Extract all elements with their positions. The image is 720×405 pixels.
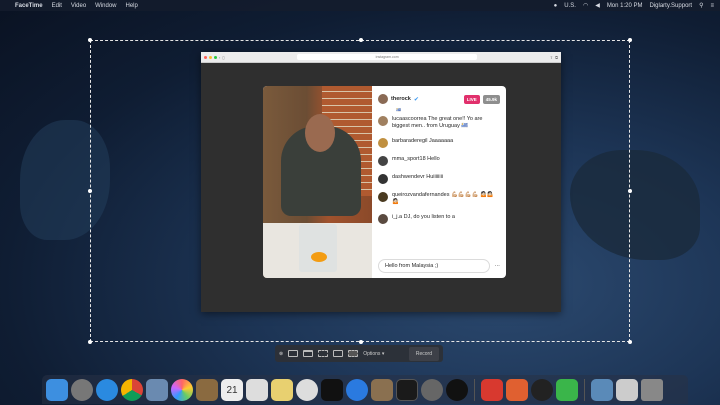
- capture-selection-icon[interactable]: [318, 350, 329, 357]
- selection-handle[interactable]: [628, 189, 632, 193]
- comment-user: i_j.a: [392, 214, 403, 220]
- live-badge: LIVE: [463, 94, 480, 104]
- comment: i_j.a DJ, do you listen to a: [378, 214, 500, 224]
- more-options-button[interactable]: ···: [495, 263, 501, 269]
- comment-text: Huiiiiiiii: [426, 174, 444, 180]
- chrome-icon[interactable]: [121, 378, 143, 401]
- audio-icon[interactable]: [446, 378, 468, 401]
- viewer-count: 45.9k: [482, 94, 500, 104]
- comments-panel: therock ✔ LIVE 45.9k 🇺🇾 lucaascoorrea Th…: [372, 86, 506, 278]
- clock[interactable]: Mon 1:20 PM: [607, 3, 643, 9]
- menu-help[interactable]: Help: [126, 3, 138, 9]
- zoom-button[interactable]: [214, 55, 217, 59]
- input-source[interactable]: U.S.: [564, 3, 576, 9]
- notes-app-icon[interactable]: [196, 378, 218, 401]
- notes-icon[interactable]: [271, 378, 293, 401]
- dock: 21: [42, 375, 688, 404]
- itunes-icon[interactable]: [296, 378, 318, 401]
- selection-handle[interactable]: [628, 340, 632, 344]
- live-video[interactable]: [263, 86, 372, 278]
- facetime-icon[interactable]: [556, 378, 578, 401]
- record-button[interactable]: Record: [408, 346, 439, 361]
- trash-icon[interactable]: [641, 378, 663, 401]
- terminal-icon[interactable]: [396, 378, 418, 401]
- address-bar[interactable]: instagram.com: [297, 54, 478, 60]
- microphone-icon[interactable]: ●: [554, 3, 558, 9]
- options-button[interactable]: Options ▾: [363, 351, 384, 357]
- comment-text: DJ, do you listen to a: [403, 214, 455, 220]
- record-screen-icon[interactable]: [333, 350, 344, 357]
- anydesk-icon[interactable]: [481, 378, 503, 401]
- share-icon[interactable]: ⇪: [550, 55, 553, 60]
- apple-tv-icon[interactable]: [321, 378, 343, 401]
- calendar-icon[interactable]: 21: [221, 378, 243, 401]
- comment: barbaraderegil Jaaaaaaa: [378, 138, 500, 148]
- comment: queirozvandafernandes 💪🏼💪🏼💪🏼💪🏼 🤷🏻🤷🏻🤷🏻: [378, 192, 500, 206]
- app-store-icon[interactable]: [346, 378, 368, 401]
- preview-icon[interactable]: [146, 378, 168, 401]
- comment-text: Hello: [427, 156, 440, 162]
- verified-icon: ✔: [413, 96, 419, 103]
- minimize-button[interactable]: [209, 55, 212, 59]
- capture-screen-icon[interactable]: [288, 350, 299, 357]
- folder-icon[interactable]: [591, 378, 613, 401]
- notification-center-icon[interactable]: ≡: [710, 3, 714, 9]
- close-toolbar-icon[interactable]: ⊗: [279, 351, 283, 357]
- comment: mma_sport18 Hello: [378, 156, 500, 166]
- menu-bar: FaceTime Edit Video Window Help ● U.S. ◠…: [0, 0, 720, 11]
- comment-user: dashwendevr: [392, 174, 425, 180]
- screenshot-toolbar: ⊗ Options ▾ Record: [275, 345, 443, 362]
- selection-handle[interactable]: [628, 38, 632, 42]
- comment-user: mma_sport18: [392, 156, 426, 162]
- comment-input[interactable]: Hello from Malaysia ;): [378, 259, 490, 273]
- record-selection-icon[interactable]: [348, 350, 359, 357]
- photos-icon[interactable]: [171, 378, 193, 401]
- reminders-icon[interactable]: [246, 378, 268, 401]
- user-name[interactable]: Diglarty.Support: [650, 3, 693, 9]
- sidebar-icon[interactable]: ▯: [222, 55, 224, 60]
- selection-handle[interactable]: [359, 340, 363, 344]
- spotlight-icon[interactable]: ⚲: [699, 2, 703, 9]
- menu-edit[interactable]: Edit: [52, 3, 62, 9]
- live-video-modal: therock ✔ LIVE 45.9k 🇺🇾 lucaascoorrea Th…: [263, 86, 506, 278]
- browser-toolbar: ‹ ▯ instagram.com ⇪ ⧉: [201, 52, 561, 63]
- menu-video[interactable]: Video: [71, 3, 86, 9]
- system-preferences-icon[interactable]: [421, 378, 443, 401]
- comment-user: queirozvandafernandes: [392, 192, 450, 198]
- volume-icon[interactable]: ◀: [595, 2, 600, 9]
- avatar[interactable]: [378, 94, 388, 104]
- menu-app-name[interactable]: FaceTime: [15, 3, 43, 9]
- comment-user: barbaraderegil: [392, 138, 428, 144]
- comment-user: lucaascoorrea: [392, 116, 427, 122]
- wifi-icon[interactable]: ◠: [583, 2, 588, 9]
- selection-handle[interactable]: [88, 340, 92, 344]
- capture-window-icon[interactable]: [303, 350, 314, 357]
- presentation-icon[interactable]: [506, 378, 528, 401]
- selection-handle[interactable]: [359, 38, 363, 42]
- safari-icon[interactable]: [96, 378, 118, 401]
- comment: dashwendevr Huiiiiiiii: [378, 174, 500, 184]
- subtitle: 🇺🇾: [396, 107, 401, 112]
- tabs-icon[interactable]: ⧉: [555, 55, 558, 60]
- comment: lucaascoorrea The great one!! Yo are big…: [378, 116, 500, 130]
- finder-icon[interactable]: [46, 378, 68, 401]
- selection-handle[interactable]: [88, 38, 92, 42]
- screenshot-app-icon[interactable]: [616, 378, 638, 401]
- menu-window[interactable]: Window: [95, 3, 116, 9]
- comment-text: Jaaaaaaa: [429, 138, 454, 144]
- launchpad-icon[interactable]: [71, 378, 93, 401]
- archive-utility-icon[interactable]: [371, 378, 393, 401]
- back-icon[interactable]: ‹: [219, 55, 220, 60]
- close-button[interactable]: [204, 55, 207, 59]
- username[interactable]: therock: [391, 96, 411, 102]
- qq-icon[interactable]: [531, 378, 553, 401]
- selection-handle[interactable]: [88, 189, 92, 193]
- browser-window: ‹ ▯ instagram.com ⇪ ⧉ therock ✔ LIVE 45.…: [201, 52, 561, 312]
